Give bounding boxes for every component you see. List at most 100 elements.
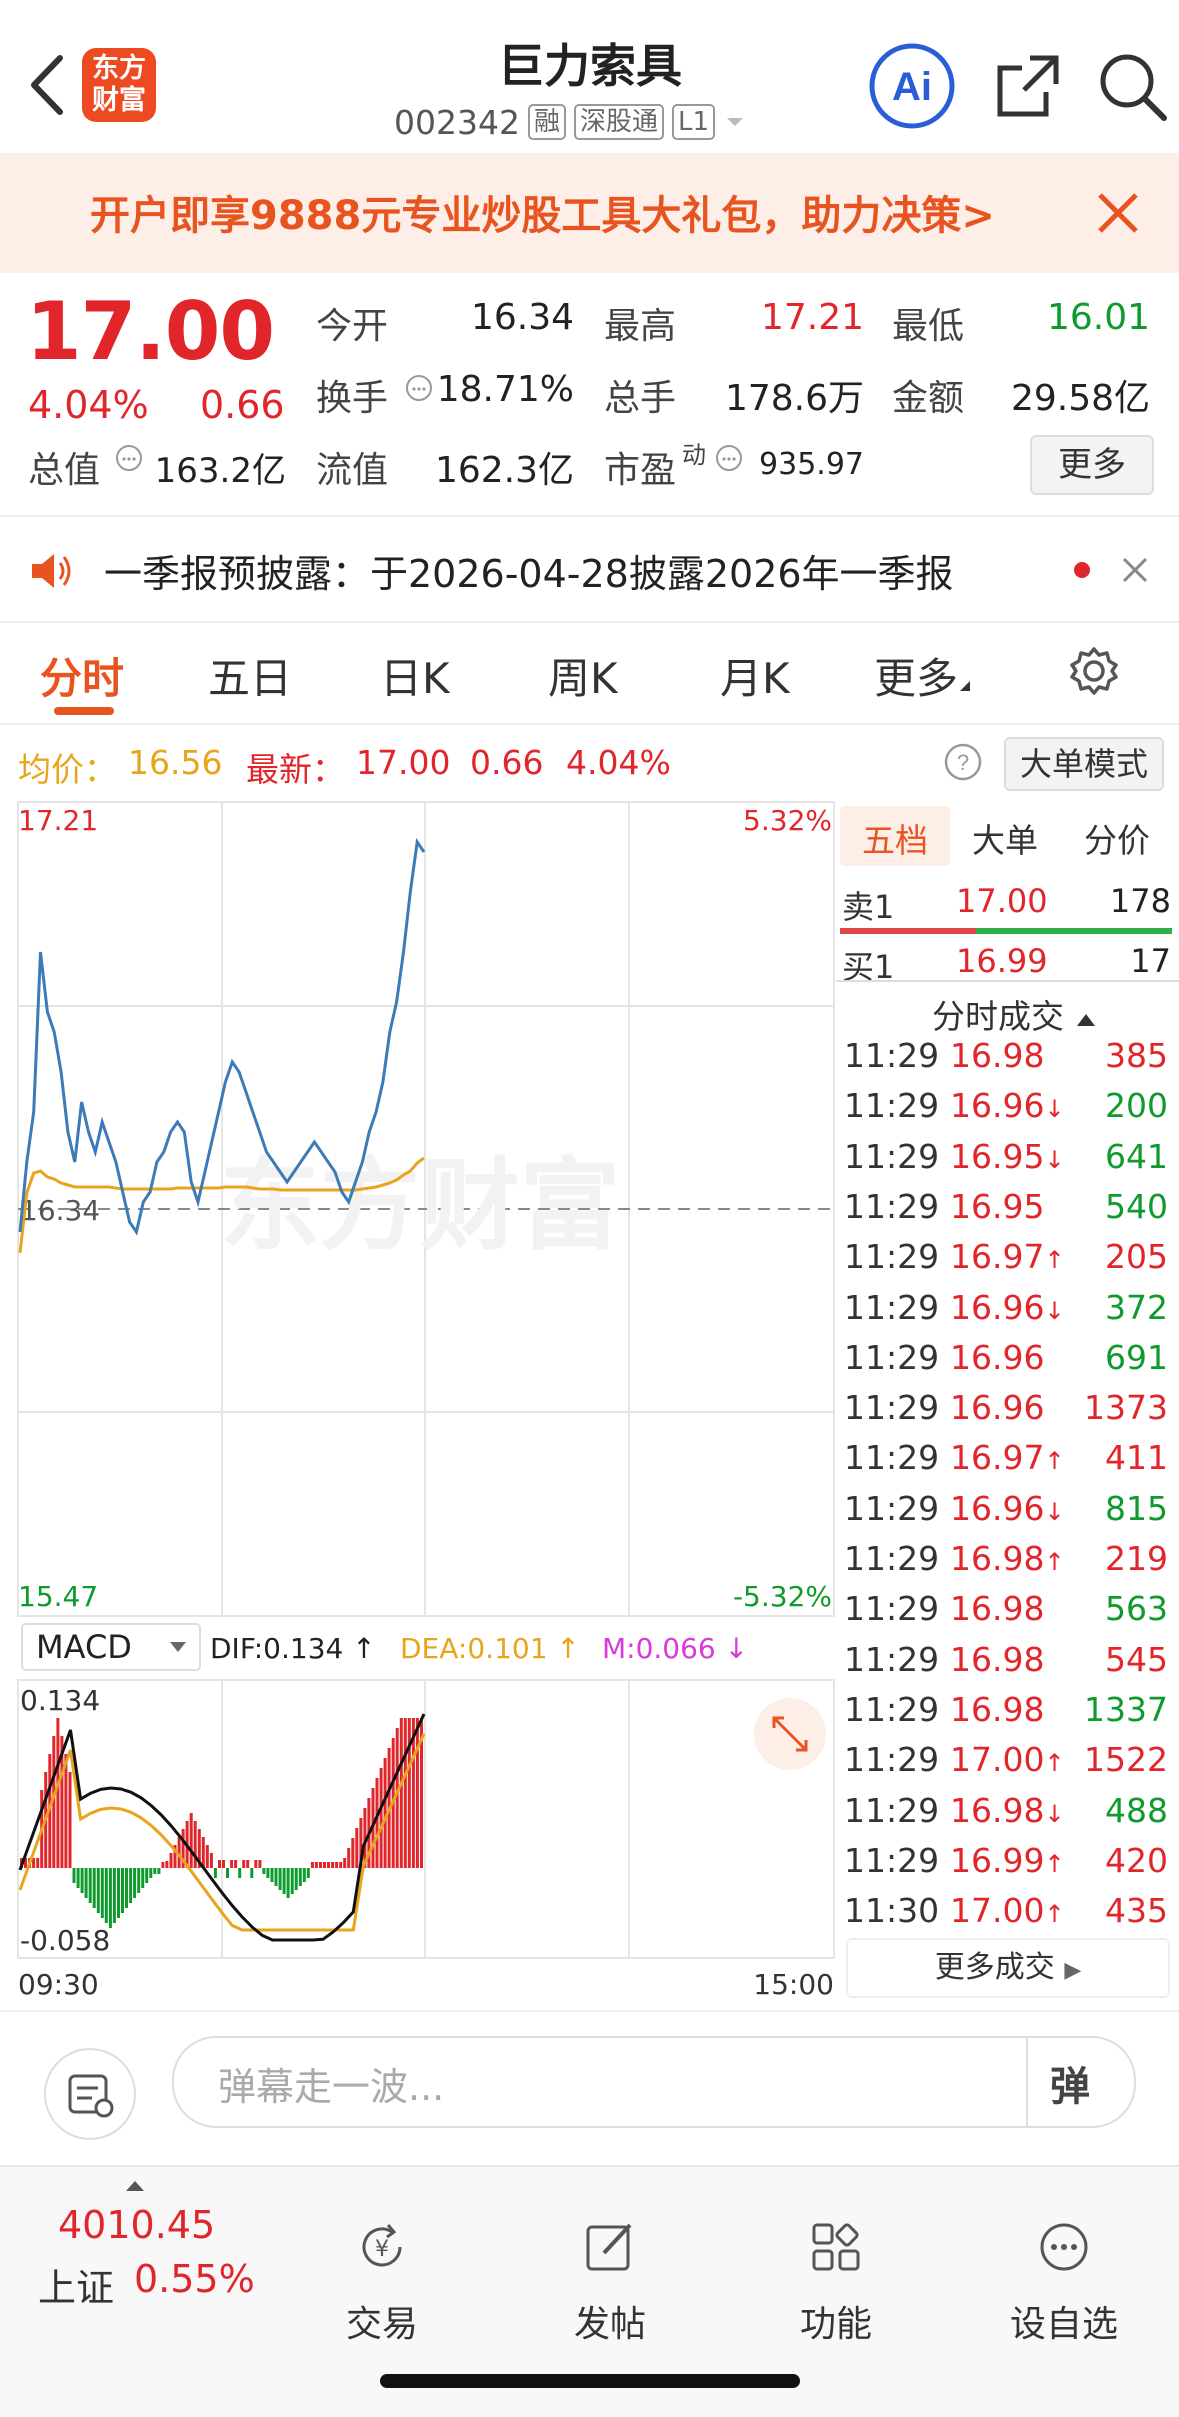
macd-bar <box>351 1838 355 1868</box>
tab-underline <box>54 707 114 715</box>
app-logo: 东方 财富 <box>82 48 156 122</box>
macd-bar <box>149 1868 153 1878</box>
pct-axis-top: 5.32% <box>743 804 832 837</box>
trade-volume: 205 <box>1105 1237 1168 1277</box>
tab-5day[interactable]: 五日 <box>208 645 292 706</box>
tab-intraday[interactable]: 分时 <box>40 645 124 706</box>
macd-bar <box>306 1868 310 1878</box>
comment-input[interactable]: 弹幕走一波... 弹 <box>172 2036 1136 2128</box>
stat-value-amount: 29.58亿 <box>1010 378 1150 419</box>
notice-bar[interactable]: 一季报预披露：于2026-04-28披露2026年一季报 <box>0 517 1179 623</box>
macd-bar <box>335 1862 339 1868</box>
grid-icon <box>812 2223 860 2271</box>
index-value[interactable]: 4010.45 <box>58 2203 215 2247</box>
stat-label-open: 今开 <box>316 306 389 347</box>
stat-value-pe: 935.97 <box>759 447 864 482</box>
trade-time: 11:29 <box>844 1790 940 1830</box>
book-tab-price[interactable]: 分价 <box>1084 814 1150 862</box>
trade-price: 16.98 <box>950 1689 1045 1729</box>
trade-price: 16.95↓ <box>950 1136 1065 1176</box>
macd-bar <box>270 1868 274 1882</box>
macd-bar <box>266 1868 270 1878</box>
trade-row: 11:29 16.98 385 <box>836 1036 1176 1086</box>
promo-banner[interactable]: 开户即享9888元专业炒股工具大礼包，助力决策> <box>0 153 1179 273</box>
macd-bar <box>213 1868 217 1878</box>
trade-time: 11:29 <box>844 1036 940 1075</box>
macd-bar <box>80 1868 84 1893</box>
trade-price: 16.96 <box>950 1388 1045 1428</box>
header: 东方 财富 巨力索具 002342 融 深股通 L1 Ai <box>0 0 1179 152</box>
share-icon[interactable] <box>990 48 1066 124</box>
more-trades-button[interactable]: 更多成交 ▶ <box>846 1938 1170 1998</box>
sell1-volume: 178 <box>1109 882 1171 920</box>
trade-row: 11:29 16.96 691 <box>836 1338 1176 1388</box>
tab-weekly-k[interactable]: 周K <box>548 645 618 706</box>
book-tab-five[interactable]: 五档 <box>862 814 928 862</box>
stat-value-mktcap: 163.2亿 <box>154 451 286 491</box>
danmu-toggle[interactable]: 弹 <box>1050 2054 1090 2112</box>
tab-daily-k[interactable]: 日K <box>380 645 450 706</box>
tab-more[interactable]: 更多 <box>874 645 972 706</box>
pe-superscript: 动 <box>682 441 706 469</box>
trade-volume: 815 <box>1105 1488 1168 1528</box>
order-book: 五档 大单 分价 卖1 17.00 178 买1 16.99 17 分时成交 1… <box>836 800 1179 2010</box>
macd-bar <box>169 1853 173 1868</box>
settings-icon[interactable] <box>1068 645 1120 697</box>
macd-bar <box>36 1858 40 1868</box>
stat-value-volume: 178.6万 <box>724 378 864 419</box>
stat-label-volume: 总手 <box>604 378 677 419</box>
trade-price: 16.95 <box>950 1186 1045 1226</box>
back-icon[interactable] <box>24 50 74 120</box>
close-icon[interactable] <box>1120 555 1150 585</box>
trade-row: 11:29 16.96↓ 200 <box>836 1086 1176 1136</box>
nav-functions[interactable]: 功能 <box>756 2217 916 2347</box>
index-name[interactable]: 上证 <box>38 2257 114 2312</box>
y-axis-bottom: 15.47 <box>18 1580 98 1613</box>
macd-bar <box>133 1868 137 1898</box>
macd-bar <box>331 1862 335 1868</box>
macd-bar <box>250 1868 254 1878</box>
trade-time: 11:29 <box>844 1086 940 1126</box>
ai-assistant-icon[interactable]: Ai <box>868 42 956 130</box>
trade-volume: 545 <box>1105 1639 1168 1679</box>
trade-volume: 435 <box>1105 1891 1168 1931</box>
trade-time: 11:29 <box>844 1589 940 1629</box>
macd-bar <box>230 1860 234 1868</box>
chart-canvas[interactable]: 东方财富 17.21 15.47 5.32% -5.32% 16.34 MACD… <box>0 800 836 2010</box>
info-icon[interactable] <box>714 443 744 473</box>
book-tab-big[interactable]: 大单 <box>972 814 1038 862</box>
big-order-mode-button[interactable]: 大单模式 <box>1004 737 1164 791</box>
trade-time: 11:30 <box>844 1891 940 1931</box>
trades-title[interactable]: 分时成交 <box>932 990 1097 1038</box>
trade-price: 16.98 <box>950 1639 1045 1679</box>
more-stats-button[interactable]: 更多 <box>1030 435 1154 495</box>
macd-bar <box>290 1868 294 1894</box>
intraday-chart[interactable]: 东方财富 17.21 15.47 5.32% -5.32% 16.34 MACD… <box>0 800 836 2010</box>
more-dots-icon <box>1040 2223 1088 2271</box>
macd-bar <box>121 1868 124 1913</box>
trade-price: 16.97↑ <box>950 1237 1065 1277</box>
trade-volume: 200 <box>1105 1086 1168 1126</box>
comment-list-button[interactable] <box>44 2048 136 2140</box>
nav-watchlist[interactable]: 设自选 <box>984 2217 1144 2347</box>
stock-subline[interactable]: 002342 融 深股通 L1 <box>394 100 747 144</box>
macd-bar <box>403 1718 407 1868</box>
macd-bar <box>298 1868 302 1886</box>
change-percent: 4.04% <box>28 383 149 427</box>
macd-bar <box>104 1868 108 1923</box>
macd-bar <box>64 1754 68 1868</box>
search-icon[interactable] <box>1094 48 1170 124</box>
close-icon[interactable] <box>1092 187 1144 239</box>
macd-bar <box>100 1868 104 1918</box>
nav-trade[interactable]: ¥ 交易 <box>302 2217 462 2347</box>
latest-label: 最新： <box>246 750 345 789</box>
tab-monthly-k[interactable]: 月K <box>720 645 790 706</box>
index-percent[interactable]: 0.55% <box>134 2257 255 2301</box>
nav-post[interactable]: 发帖 <box>530 2217 690 2347</box>
trade-time: 11:29 <box>844 1639 940 1679</box>
macd-selector-label: MACD <box>36 1628 132 1666</box>
home-indicator <box>380 2374 800 2388</box>
trade-volume: 372 <box>1105 1287 1168 1327</box>
help-icon[interactable]: ? <box>944 743 982 781</box>
macd-bar <box>153 1868 157 1874</box>
